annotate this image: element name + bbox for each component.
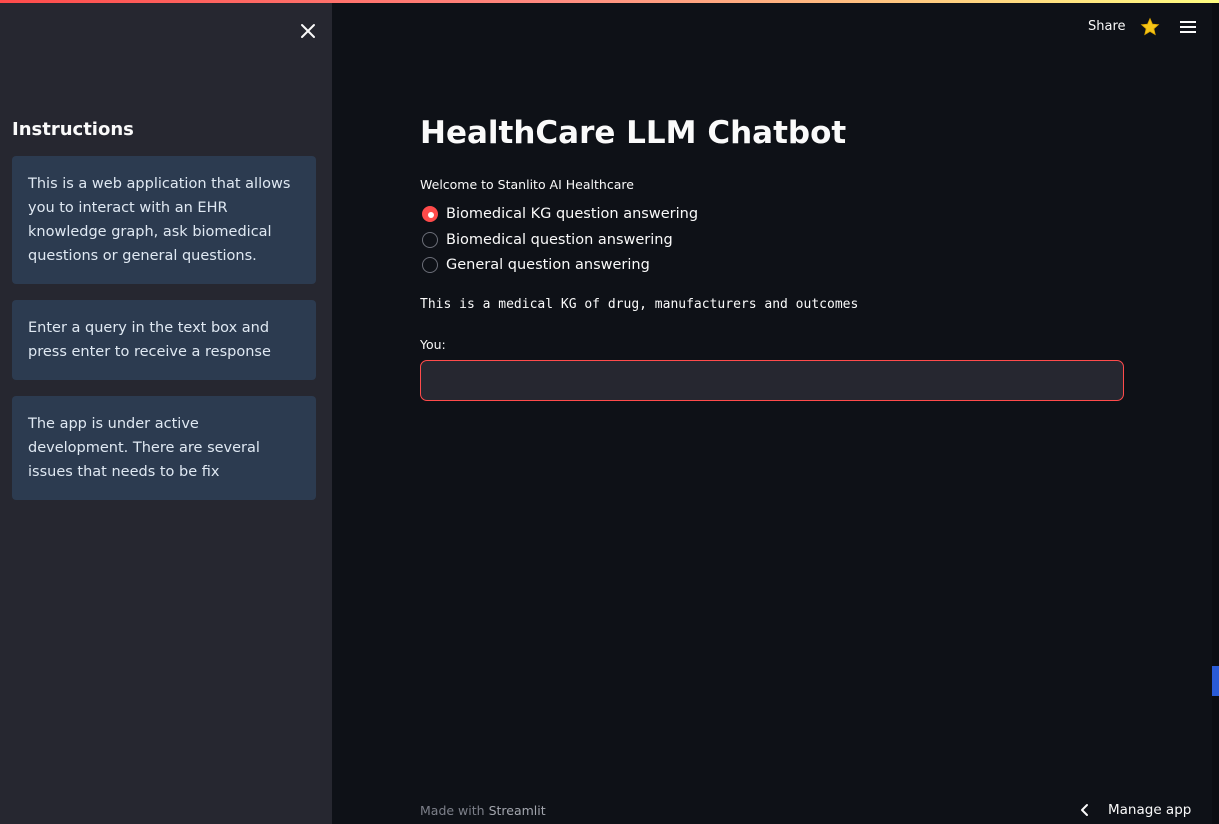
made-with-text: Made with	[420, 803, 485, 818]
page-title: HealthCare LLM Chatbot	[420, 115, 847, 151]
close-icon	[301, 24, 315, 38]
radio-label: Biomedical KG question answering	[446, 206, 699, 222]
main-menu-button[interactable]	[1179, 19, 1197, 35]
streamlit-link[interactable]: Streamlit	[489, 803, 546, 818]
hamburger-menu-icon	[1180, 21, 1196, 33]
footer: Made with Streamlit	[420, 803, 546, 818]
radio-checked-icon	[422, 206, 438, 222]
manage-app-label: Manage app	[1108, 802, 1192, 818]
edge-badge[interactable]	[1212, 666, 1219, 696]
radio-option-biomedical-kg[interactable]: Biomedical KG question answering	[420, 203, 698, 225]
radio-label: Biomedical question answering	[446, 232, 673, 248]
scrollbar-track[interactable]	[1212, 3, 1219, 824]
radio-unchecked-icon	[422, 257, 438, 273]
welcome-text: Welcome to Stanlito AI Healthcare	[420, 177, 634, 192]
kg-description: This is a medical KG of drug, manufactur…	[420, 297, 859, 312]
close-sidebar-button[interactable]	[296, 19, 320, 43]
sidebar: Instructions This is a web application t…	[0, 3, 332, 824]
instruction-box-1: This is a web application that allows yo…	[12, 156, 316, 284]
sidebar-heading: Instructions	[12, 119, 134, 140]
star-button[interactable]	[1140, 17, 1160, 37]
star-icon	[1140, 17, 1160, 36]
manage-app-button[interactable]: Manage app	[1078, 800, 1191, 820]
instruction-box-3: The app is under active development. The…	[12, 396, 316, 500]
instruction-box-2: Enter a query in the text box and press …	[12, 300, 316, 380]
query-input[interactable]	[420, 360, 1124, 401]
query-input-label: You:	[420, 337, 446, 352]
chevron-left-icon	[1081, 804, 1088, 816]
radio-unchecked-icon	[422, 232, 438, 248]
radio-option-general[interactable]: General question answering	[420, 254, 650, 276]
main-content: HealthCare LLM Chatbot Welcome to Stanli…	[420, 0, 1124, 824]
radio-label: General question answering	[446, 257, 650, 273]
radio-option-biomedical[interactable]: Biomedical question answering	[420, 229, 673, 251]
